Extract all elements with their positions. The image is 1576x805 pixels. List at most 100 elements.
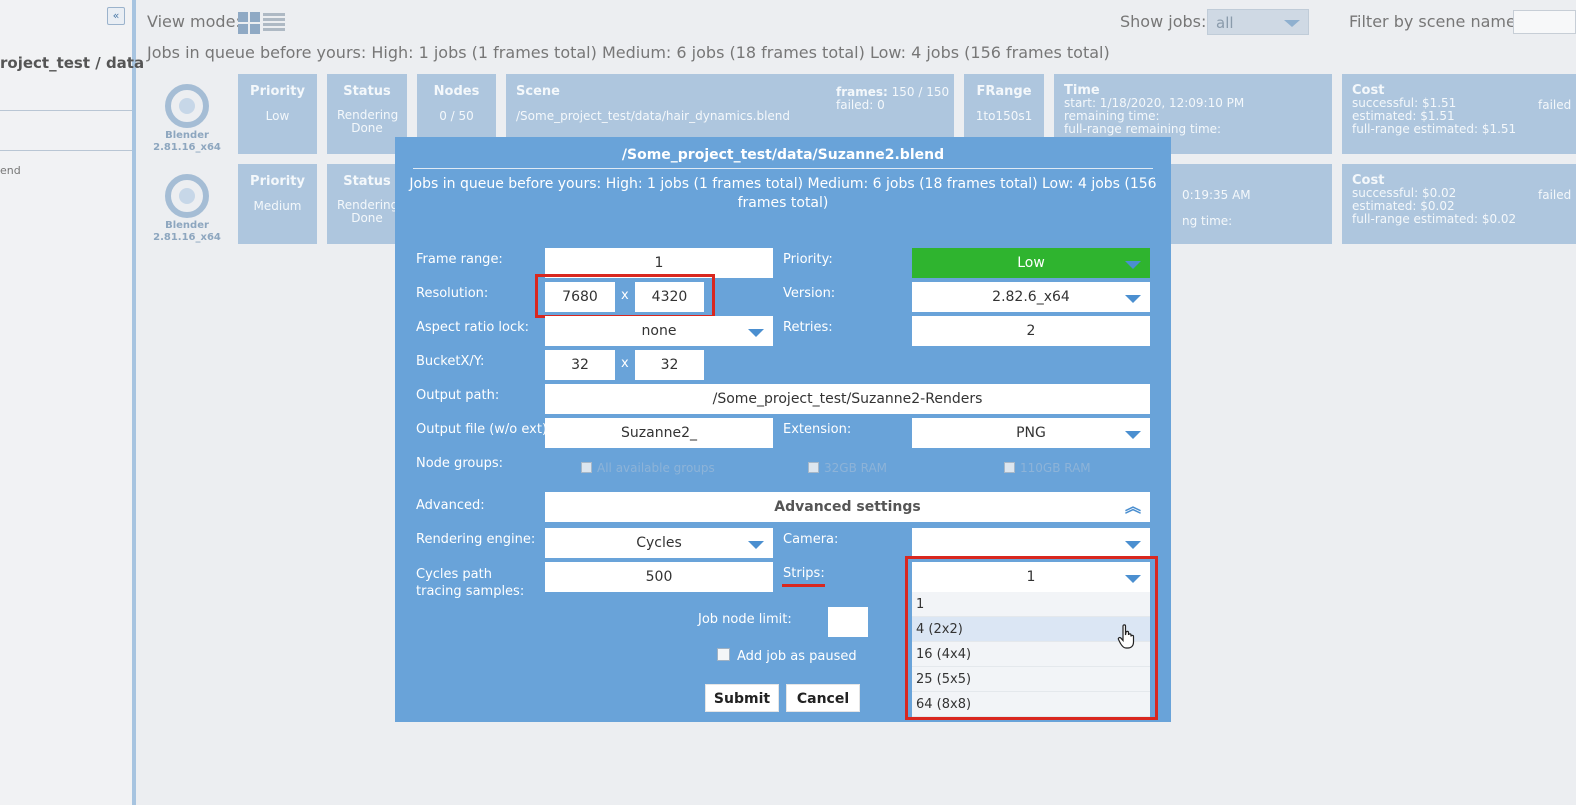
cost-full-range: full-range estimated: $1.51	[1352, 122, 1517, 136]
nodes-value: 0 / 50	[439, 109, 474, 123]
blender-app-badge: Blender 2.81.16_x64	[152, 84, 222, 154]
add-paused-checkbox[interactable]	[717, 648, 730, 661]
job-node-limit-label: Job node limit:	[698, 612, 792, 627]
node-group-label: 110GB RAM	[1020, 461, 1091, 475]
priority-header: Priority	[250, 174, 305, 189]
rendering-engine-select[interactable]: Cycles	[545, 528, 773, 558]
chevron-down-icon	[1125, 295, 1141, 303]
cost-full-range: full-range estimated: $0.02	[1352, 212, 1517, 226]
output-file-input[interactable]: Suzanne2_	[545, 418, 773, 448]
retries-input[interactable]: 2	[912, 316, 1150, 346]
chevron-double-up-icon: ︽	[1124, 497, 1141, 516]
submit-job-dialog: /Some_project_test/data/Suzanne2.blend J…	[395, 137, 1171, 722]
queue-summary: Jobs in queue before yours: High: 1 jobs…	[147, 43, 1110, 62]
node-group-checkbox[interactable]: 110GB RAM	[1004, 461, 1091, 475]
dialog-queue-summary: Jobs in queue before yours: High: 1 jobs…	[409, 176, 1157, 211]
failed-value: 0	[877, 98, 885, 112]
frame-range-label: Frame range:	[416, 252, 503, 267]
bucket-separator: x	[621, 356, 629, 371]
job-cost-card: Cost successful: $0.02 estimated: $0.02 …	[1342, 164, 1576, 244]
extension-select[interactable]: PNG	[912, 418, 1150, 448]
node-group-checkbox[interactable]: All available groups	[581, 461, 715, 475]
strips-underline	[782, 584, 825, 587]
blender-app-badge: Blender 2.81.16_x64	[152, 174, 222, 244]
collapse-sidebar-icon[interactable]: «	[107, 7, 125, 25]
node-group-label: All available groups	[597, 461, 715, 475]
camera-select[interactable]	[912, 528, 1150, 558]
bucket-x-input[interactable]: 32	[545, 350, 615, 380]
chevron-down-icon	[1284, 20, 1300, 27]
chevron-down-icon	[1125, 261, 1141, 269]
resolution-highlight	[535, 274, 715, 318]
filter-label: Filter by scene name:	[1349, 12, 1522, 31]
node-group-checkbox[interactable]: 32GB RAM	[808, 461, 887, 475]
output-file-label: Output file (w/o ext):	[416, 422, 552, 437]
app-version: 2.81.16_x64	[153, 232, 221, 243]
samples-input[interactable]: 500	[545, 562, 773, 592]
version-select[interactable]: 2.82.6_x64	[912, 282, 1150, 312]
show-jobs-value: all	[1216, 14, 1234, 32]
advanced-settings-label: Advanced settings	[774, 499, 921, 515]
status-value: Rendering Done	[337, 108, 399, 135]
job-node-limit-input[interactable]	[828, 607, 868, 637]
status-header: Status	[343, 174, 391, 189]
chevron-down-icon	[1125, 431, 1141, 439]
failed-label: failed:	[836, 98, 874, 112]
chevron-down-icon	[1125, 541, 1141, 549]
priority-value: Low	[265, 109, 290, 123]
add-paused-label: Add job as paused	[737, 649, 857, 664]
advanced-settings-toggle[interactable]: Advanced settings ︽	[545, 492, 1150, 522]
priority-header: Priority	[250, 84, 305, 99]
priority-value: Low	[1017, 255, 1045, 271]
frames-info: frames: 150 / 150 failed: 0	[836, 86, 949, 112]
frange-value: 1to150s1	[975, 109, 1033, 123]
cancel-button[interactable]: Cancel	[786, 684, 860, 712]
samples-label: Cycles path tracing samples:	[416, 567, 525, 599]
breadcrumb: roject_test / data	[0, 54, 145, 72]
sidebar	[0, 0, 132, 805]
retries-label: Retries:	[783, 320, 833, 335]
resolution-label: Resolution:	[416, 286, 489, 301]
nodes-header: Nodes	[433, 84, 480, 99]
sidebar-item-label[interactable]: end	[0, 164, 21, 177]
version-label: Version:	[783, 286, 836, 301]
extension-label: Extension:	[783, 422, 852, 437]
frames-value: 150 / 150	[891, 85, 950, 99]
grid-view-icon[interactable]	[238, 12, 260, 34]
list-view-icon[interactable]	[263, 13, 285, 33]
camera-label: Camera:	[783, 532, 839, 547]
blender-logo-icon	[165, 84, 209, 128]
show-jobs-select[interactable]: all	[1207, 9, 1309, 35]
time-full-range: full-range remaining time:	[1064, 122, 1222, 136]
sidebar-divider-line	[0, 110, 132, 111]
job-cost-card: Cost successful: $1.51 estimated: $1.51 …	[1342, 74, 1576, 154]
strips-label: Strips:	[783, 566, 825, 581]
bucket-label: BucketX/Y:	[416, 354, 485, 369]
job-priority-card: Priority Low	[238, 74, 317, 154]
aspect-ratio-label: Aspect ratio lock:	[416, 320, 530, 335]
app-name: Blender	[165, 130, 209, 141]
node-groups-label: Node groups:	[416, 456, 503, 471]
view-mode-label: View mode:	[147, 12, 241, 31]
output-path-label: Output path:	[416, 388, 500, 403]
output-path-input[interactable]: /Some_project_test/Suzanne2-Renders	[545, 384, 1150, 414]
frames-label: frames:	[836, 85, 888, 99]
filter-scene-input[interactable]	[1513, 10, 1576, 34]
chevron-down-icon	[748, 329, 764, 337]
submit-button[interactable]: Submit	[705, 684, 779, 712]
cost-failed: failed	[1538, 188, 1572, 202]
priority-select[interactable]: Low	[912, 248, 1150, 278]
job-priority-card: Priority Medium	[238, 164, 317, 244]
sidebar-divider	[132, 0, 136, 805]
sidebar-divider-line	[0, 150, 132, 151]
dialog-title: /Some_project_test/data/Suzanne2.blend	[621, 147, 945, 163]
rendering-engine-value: Cycles	[636, 535, 682, 551]
aspect-ratio-select[interactable]: none	[545, 316, 773, 346]
app-version: 2.81.16_x64	[153, 142, 221, 153]
priority-label: Priority:	[783, 252, 833, 267]
show-jobs-label: Show jobs:	[1120, 12, 1207, 31]
bucket-y-input[interactable]: 32	[635, 350, 704, 380]
aspect-ratio-value: none	[641, 323, 677, 339]
status-header: Status	[343, 84, 391, 99]
extension-value: PNG	[1016, 425, 1046, 441]
